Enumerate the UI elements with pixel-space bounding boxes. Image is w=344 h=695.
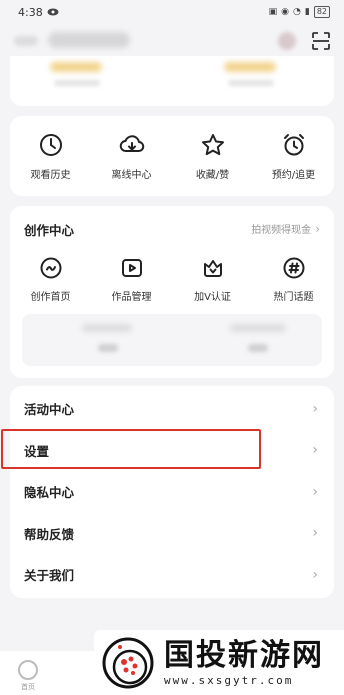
blurred-back[interactable] <box>14 36 38 46</box>
chevron-right-icon: › <box>312 525 318 542</box>
star-icon <box>201 134 224 156</box>
creation-item-label: 作品管理 <box>111 292 152 303</box>
site-watermark: 国投新游网 www.sxsgytr.com <box>94 630 344 695</box>
blurred-stat <box>248 344 268 352</box>
menu-list-card: 活动中心 › 设置 › 隐私中心 › 帮助反馈 › 关于我们 › <box>10 386 334 598</box>
chevron-right-icon: › <box>312 566 318 583</box>
blurred-avatar[interactable] <box>278 32 296 50</box>
creation-item-works[interactable]: 作品管理 <box>97 256 167 303</box>
quick-action-label: 观看历史 <box>30 170 71 181</box>
quick-action-favorites[interactable]: 收藏/赞 <box>178 132 248 196</box>
nfc-icon: ▣ <box>268 7 278 17</box>
tab-home-label: 首页 <box>21 683 35 691</box>
eye-icon <box>47 8 59 16</box>
home-tab-icon <box>18 660 38 680</box>
creation-item-label: 加V认证 <box>194 292 231 303</box>
clock-icon <box>39 134 62 156</box>
watermark-title: 国投新游网 <box>164 638 324 673</box>
menu-item-about[interactable]: 关于我们 › <box>10 554 334 596</box>
blurred-stat <box>82 324 132 332</box>
chevron-right-icon: › <box>312 483 318 500</box>
chevron-right-icon: › <box>312 442 318 459</box>
creation-stats-box <box>22 314 322 366</box>
creation-item-topics[interactable]: 热门话题 <box>259 256 329 303</box>
quick-action-offline[interactable]: 离线中心 <box>97 132 167 196</box>
scan-icon[interactable] <box>310 30 332 52</box>
quick-actions-card: 观看历史 离线中心 收藏/赞 预约/追更 <box>10 116 334 196</box>
menu-item-settings[interactable]: 设置 › <box>10 430 334 472</box>
menu-item-label: 隐私中心 <box>24 485 75 501</box>
creation-promo-text: 拍视频得现金 <box>251 225 312 236</box>
quick-action-label: 预约/追更 <box>271 170 316 181</box>
watermark-url: www.sxsgytr.com <box>164 674 294 687</box>
creation-center-title: 创作中心 <box>24 223 75 238</box>
creator-home-icon <box>40 257 61 279</box>
creation-promo-link[interactable]: 拍视频得现金 › <box>251 221 320 237</box>
blurred-stat <box>230 324 286 332</box>
menu-item-label: 关于我们 <box>24 568 75 584</box>
hashtag-icon <box>283 257 304 279</box>
mute-icon: ◉ <box>281 7 289 17</box>
chevron-right-icon: › <box>312 400 318 417</box>
wifi-icon: ◔ <box>293 7 301 17</box>
status-time: 4:38 <box>18 5 43 19</box>
signal-icon: ▮ <box>304 7 310 17</box>
creation-center-card: 创作中心 拍视频得现金 › 创作首页 作品管理 加V认证 热门话题 <box>10 206 334 378</box>
menu-item-activity[interactable]: 活动中心 › <box>10 388 334 430</box>
blurred-stat-sub <box>54 80 100 86</box>
verify-badge-icon <box>203 260 222 277</box>
quick-action-label: 离线中心 <box>111 170 152 181</box>
blurred-stat <box>224 62 276 72</box>
chevron-right-icon: › <box>315 221 320 236</box>
tab-home[interactable]: 首页 <box>0 654 56 692</box>
alarm-icon <box>283 134 304 156</box>
profile-header <box>0 26 344 58</box>
blurred-username <box>48 32 130 48</box>
cloud-download-icon <box>119 135 144 152</box>
menu-item-label: 设置 <box>24 443 50 459</box>
menu-item-label: 帮助反馈 <box>24 526 75 542</box>
creation-item-verify[interactable]: 加V认证 <box>178 256 248 303</box>
quick-action-label: 收藏/赞 <box>195 170 230 181</box>
watermark-text: 国投新游网 www.sxsgytr.com <box>164 638 324 687</box>
status-left: 4:38 <box>18 6 59 19</box>
blurred-stat <box>98 344 118 352</box>
creation-item-home[interactable]: 创作首页 <box>16 256 86 303</box>
quick-action-reminders[interactable]: 预约/追更 <box>259 132 329 196</box>
blurred-stat-sub <box>228 80 274 86</box>
creation-item-label: 热门话题 <box>273 292 314 303</box>
quick-action-history[interactable]: 观看历史 <box>16 132 86 196</box>
blurred-stat <box>50 62 102 72</box>
menu-item-label: 活动中心 <box>24 402 75 418</box>
status-bar: 4:38 ▣ ◉ ◔ ▮ 82 <box>0 0 344 24</box>
vip-summary-card <box>10 56 334 106</box>
video-manage-icon <box>121 259 142 277</box>
status-right: ▣ ◉ ◔ ▮ 82 <box>269 6 330 18</box>
menu-item-help[interactable]: 帮助反馈 › <box>10 513 334 555</box>
creation-item-label: 创作首页 <box>30 292 71 303</box>
battery-indicator: 82 <box>313 6 330 18</box>
creation-actions: 创作首页 作品管理 加V认证 热门话题 <box>10 256 334 303</box>
menu-item-privacy[interactable]: 隐私中心 › <box>10 471 334 513</box>
watermark-logo-icon <box>102 637 154 688</box>
